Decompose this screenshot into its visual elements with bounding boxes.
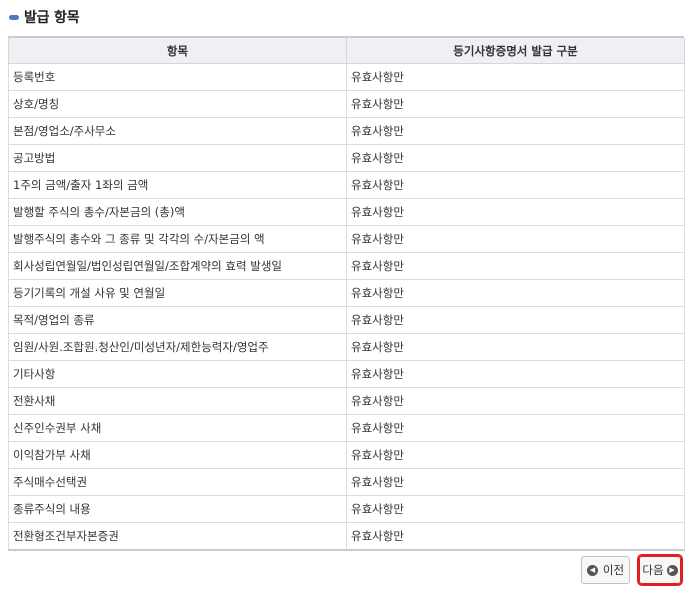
cell-issue-type: 유효사항만: [346, 117, 685, 145]
cell-issue-type: 유효사항만: [346, 468, 685, 496]
cell-item: 전환형조건부자본증권: [8, 522, 347, 551]
next-button-label: 다음: [642, 563, 664, 577]
cell-issue-type: 유효사항만: [346, 198, 685, 226]
header-item: 항목: [8, 38, 347, 64]
cell-issue-type: 유효사항만: [346, 522, 685, 551]
table-body: 등록번호 유효사항만 상호/명칭 유효사항만 본점/영업소/주사무소 유효사항만 공고방법 유…: [8, 63, 685, 551]
section-title: 발급 항목: [24, 10, 80, 26]
cell-issue-type: 유효사항만: [346, 441, 685, 469]
cell-item: 등기기록의 개설 사유 및 연월일: [8, 279, 347, 307]
cell-item: 등록번호: [8, 63, 347, 91]
issue-items-table: 항목 등기사항증명서 발급 구분 등록번호 유효사항만 상호/명칭 유효사항만 본점/영…: [8, 38, 685, 551]
table-row: 기타사항 유효사항만: [8, 360, 685, 388]
cell-issue-type: 유효사항만: [346, 144, 685, 172]
cell-item: 공고방법: [8, 144, 347, 172]
table-row: 종류주식의 내용 유효사항만: [8, 495, 685, 523]
cell-item: 기타사항: [8, 360, 347, 388]
cell-issue-type: 유효사항만: [346, 495, 685, 523]
cell-item: 종류주식의 내용: [8, 495, 347, 523]
cell-item: 1주의 금액/출자 1좌의 금액: [8, 171, 347, 199]
table-row: 이익참가부 사채 유효사항만: [8, 441, 685, 469]
table-row: 본점/영업소/주사무소 유효사항만: [8, 117, 685, 145]
table-row: 1주의 금액/출자 1좌의 금액 유효사항만: [8, 171, 685, 199]
cell-item: 발행할 주식의 총수/자본금의 (총)액: [8, 198, 347, 226]
table-row: 주식매수선택권 유효사항만: [8, 468, 685, 496]
cell-item: 신주인수권부 사채: [8, 414, 347, 442]
table-row: 등록번호 유효사항만: [8, 63, 685, 91]
cell-issue-type: 유효사항만: [346, 360, 685, 388]
table-header-row: 항목 등기사항증명서 발급 구분: [8, 38, 685, 64]
cell-item: 회사성립연월일/법인성립연월일/조합계약의 효력 발생일: [8, 252, 347, 280]
table-row: 공고방법 유효사항만: [8, 144, 685, 172]
cell-issue-type: 유효사항만: [346, 90, 685, 118]
bullet-icon: [9, 14, 19, 20]
cell-item: 상호/명칭: [8, 90, 347, 118]
section-header: 발급 항목: [9, 6, 80, 28]
cell-issue-type: 유효사항만: [346, 333, 685, 361]
table-row: 신주인수권부 사채 유효사항만: [8, 414, 685, 442]
table-row: 전환형조건부자본증권 유효사항만: [8, 522, 685, 551]
table-row: 목적/영업의 종류 유효사항만: [8, 306, 685, 334]
issue-items-table-wrap: 항목 등기사항증명서 발급 구분 등록번호 유효사항만 상호/명칭 유효사항만 본점/영…: [8, 36, 685, 551]
cell-item: 임원/사원.조합원.청산인/미성년자/제한능력자/영업주: [8, 333, 347, 361]
cell-item: 이익참가부 사채: [8, 441, 347, 469]
table-row: 회사성립연월일/법인성립연월일/조합계약의 효력 발생일 유효사항만: [8, 252, 685, 280]
cell-issue-type: 유효사항만: [346, 171, 685, 199]
table-row: 상호/명칭 유효사항만: [8, 90, 685, 118]
next-button[interactable]: 다음 ▶: [637, 554, 683, 586]
table-row: 발행주식의 총수와 그 종류 및 각각의 수/자본금의 액 유효사항만: [8, 225, 685, 253]
cell-item: 목적/영업의 종류: [8, 306, 347, 334]
cell-item: 전환사채: [8, 387, 347, 415]
cell-issue-type: 유효사항만: [346, 279, 685, 307]
cell-issue-type: 유효사항만: [346, 414, 685, 442]
table-row: 전환사채 유효사항만: [8, 387, 685, 415]
cell-item: 발행주식의 총수와 그 종류 및 각각의 수/자본금의 액: [8, 225, 347, 253]
table-row: 임원/사원.조합원.청산인/미성년자/제한능력자/영업주 유효사항만: [8, 333, 685, 361]
header-issue-type: 등기사항증명서 발급 구분: [346, 38, 685, 64]
prev-button-label: 이전: [602, 563, 625, 577]
cell-issue-type: 유효사항만: [346, 225, 685, 253]
cell-issue-type: 유효사항만: [346, 306, 685, 334]
cell-issue-type: 유효사항만: [346, 387, 685, 415]
cell-item: 주식매수선택권: [8, 468, 347, 496]
table-row: 등기기록의 개설 사유 및 연월일 유효사항만: [8, 279, 685, 307]
cell-issue-type: 유효사항만: [346, 252, 685, 280]
chevron-right-circle-icon: ▶: [666, 564, 678, 576]
prev-button[interactable]: ◀ 이전: [581, 556, 630, 584]
table-row: 발행할 주식의 총수/자본금의 (총)액 유효사항만: [8, 198, 685, 226]
cell-item: 본점/영업소/주사무소: [8, 117, 347, 145]
chevron-left-circle-icon: ◀: [586, 564, 598, 576]
cell-issue-type: 유효사항만: [346, 63, 685, 91]
